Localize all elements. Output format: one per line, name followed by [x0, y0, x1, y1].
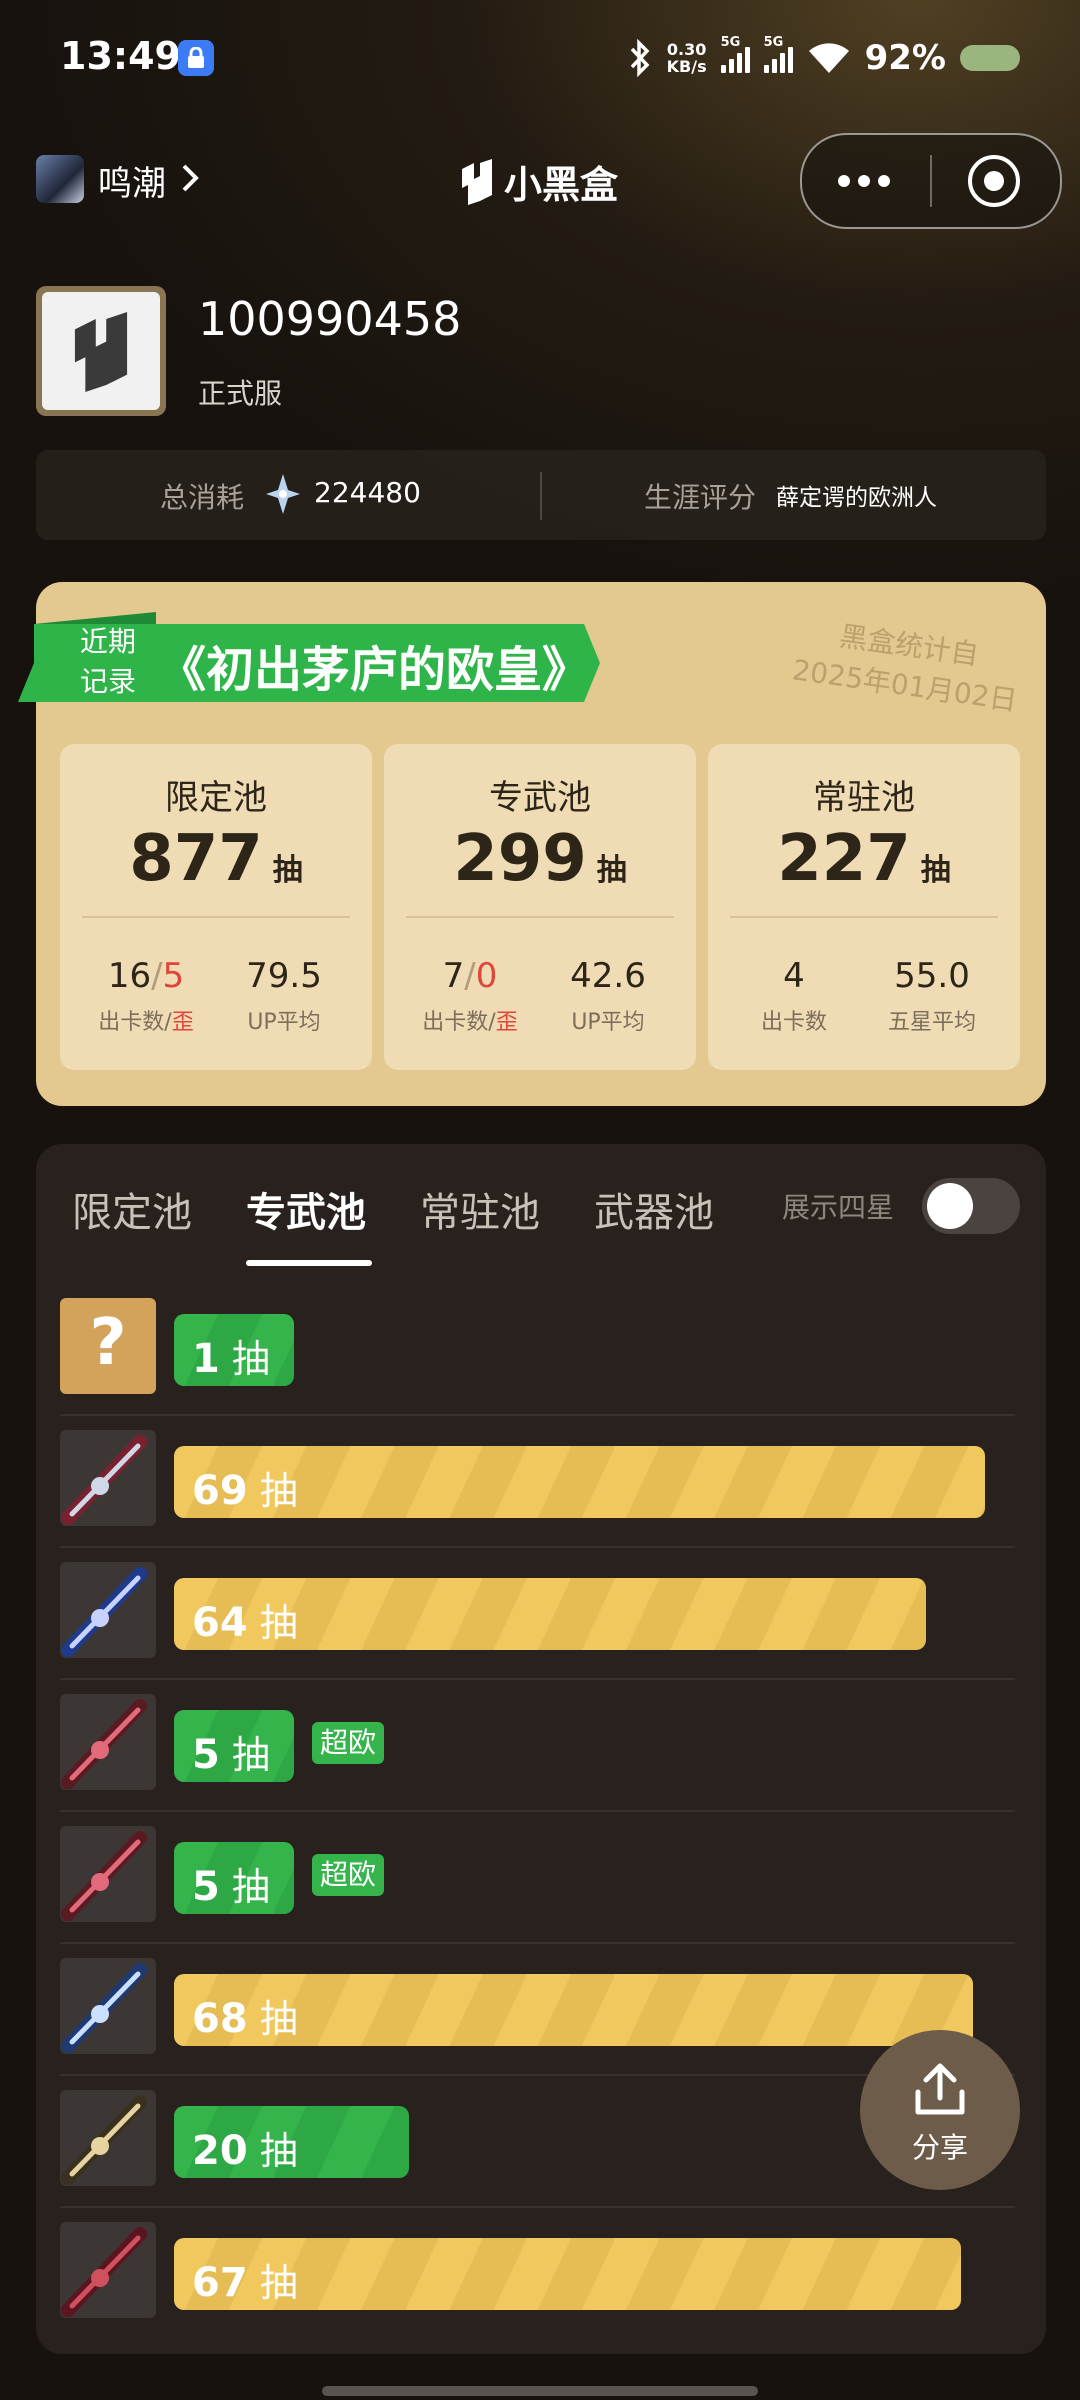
profile-avatar: [36, 286, 166, 416]
tab-limited-pool[interactable]: 限定池: [72, 1180, 192, 1238]
signal-icon: 5G: [720, 35, 750, 73]
tab-standard-pool[interactable]: 常驻池: [420, 1180, 540, 1238]
brand-logo-icon: [74, 312, 128, 392]
summary-stats: 总消耗 224480 生涯评分 薛定谔的欧洲人: [36, 450, 1046, 540]
weapon-icon: [60, 2090, 156, 2186]
share-button[interactable]: 分享: [860, 2030, 1020, 2190]
weapon-icon: [60, 1562, 156, 1658]
tab-weapon-pool[interactable]: 专武池: [246, 1180, 366, 1238]
pull-count-label: 68 抽: [192, 1996, 298, 2042]
pool-summary-limited: 限定池 877 抽 16/5 出卡数/歪 79.5 UP平均: [60, 744, 372, 1070]
pull-history-row[interactable]: 64 抽: [60, 1546, 1015, 1678]
wifi-icon: [808, 43, 849, 73]
home-indicator[interactable]: [322, 2386, 758, 2396]
tab-arms-pool[interactable]: 武器池: [594, 1180, 714, 1238]
lock-icon: [178, 40, 214, 76]
pull-count-bar: 67 抽: [174, 2238, 961, 2310]
pull-count-bar: 5 抽: [174, 1842, 294, 1914]
pull-count-bar: 1 抽: [174, 1314, 294, 1386]
pull-count-label: 1 抽: [192, 1336, 270, 1382]
weapon-icon: [60, 2222, 156, 2318]
server-label: 正式服: [198, 377, 283, 410]
total-cost-value: 224480: [314, 476, 421, 509]
top-bar: 鸣潮 小黑盒: [0, 130, 1080, 230]
total-cost-label: 总消耗: [160, 481, 245, 514]
mini-program-capsule: [800, 133, 1062, 229]
title-banner: 近期 记录 《初出茅庐的欧皇》: [18, 612, 600, 714]
weapon-icon: [60, 1826, 156, 1922]
close-mini-program-icon[interactable]: [968, 155, 1020, 207]
chevron-right-icon[interactable]: [180, 162, 200, 194]
game-switcher[interactable]: 鸣潮: [98, 156, 166, 205]
signal-icon: 5G: [763, 35, 793, 73]
pull-count-label: 69 抽: [192, 1468, 298, 1514]
user-id: 100990458: [198, 292, 462, 346]
career-score-label: 生涯评分: [644, 481, 757, 514]
weapon-icon: [60, 1694, 156, 1790]
game-avatar[interactable]: [36, 155, 84, 203]
pull-count-bar: 69 抽: [174, 1446, 985, 1518]
weapon-icon: [60, 1430, 156, 1526]
weapon-icon: [60, 1958, 156, 2054]
lucky-badge: 超欧: [312, 1854, 385, 1896]
net-speed: 0.30 KB/s: [666, 40, 707, 76]
show-four-star-toggle[interactable]: [922, 1178, 1020, 1234]
unknown-item-icon: ?: [60, 1298, 156, 1394]
pull-history-row[interactable]: 5 抽超欧: [60, 1678, 1015, 1810]
status-icons: 0.30 KB/s 5G 5G 92%: [627, 35, 1020, 80]
bluetooth-icon: [630, 38, 650, 78]
weather-icon: [960, 45, 1020, 71]
pull-count-label: 67 抽: [192, 2260, 298, 2306]
brand: 小黑盒: [458, 154, 618, 209]
show-four-star-label: 展示四星: [782, 1191, 895, 1224]
active-tab-indicator: [246, 1260, 372, 1266]
pool-summary-standard: 常驻池 227 抽 4 出卡数 55.0 五星平均: [708, 744, 1020, 1070]
pull-count-label: 64 抽: [192, 1600, 298, 1646]
record-tag: 近期 记录: [79, 625, 136, 698]
career-score-value: 薛定谔的欧洲人: [776, 485, 937, 511]
pull-count-bar: 64 抽: [174, 1578, 926, 1650]
pull-history-row[interactable]: ? 1 抽: [60, 1282, 1015, 1414]
astrite-icon: [266, 474, 300, 514]
lucky-badge: 超欧: [312, 1722, 385, 1764]
brand-name: 小黑盒: [504, 163, 619, 207]
record-title: 《初出茅庐的欧皇》: [158, 642, 591, 698]
pull-history-row[interactable]: 68 抽: [60, 1942, 1015, 2074]
clock: 13:49: [60, 34, 181, 78]
statistics-stamp: 黑盒统计自 2025年01月02日: [790, 619, 1020, 718]
battery-level: 92%: [864, 38, 946, 78]
pull-count-label: 5 抽: [192, 1732, 270, 1778]
pull-history-row[interactable]: 69 抽: [60, 1414, 1015, 1546]
pull-count-label: 5 抽: [192, 1864, 270, 1910]
pull-count-bar: 68 抽: [174, 1974, 973, 2046]
pull-history-row[interactable]: 5 抽超欧: [60, 1810, 1015, 1942]
brand-logo-icon: [462, 158, 492, 205]
pull-count-label: 20 抽: [192, 2128, 298, 2174]
pull-count-bar: 5 抽: [174, 1710, 294, 1782]
share-icon: [915, 2063, 965, 2115]
pull-count-bar: 20 抽: [174, 2106, 409, 2178]
pull-history-row[interactable]: 67 抽: [60, 2206, 1015, 2338]
pool-summary-weapon: 专武池 299 抽 7/0 出卡数/歪 42.6 UP平均: [384, 744, 696, 1070]
status-bar: 13:49 0.30 KB/s 5G 5G 92%: [0, 0, 1080, 118]
more-icon[interactable]: [838, 175, 890, 187]
